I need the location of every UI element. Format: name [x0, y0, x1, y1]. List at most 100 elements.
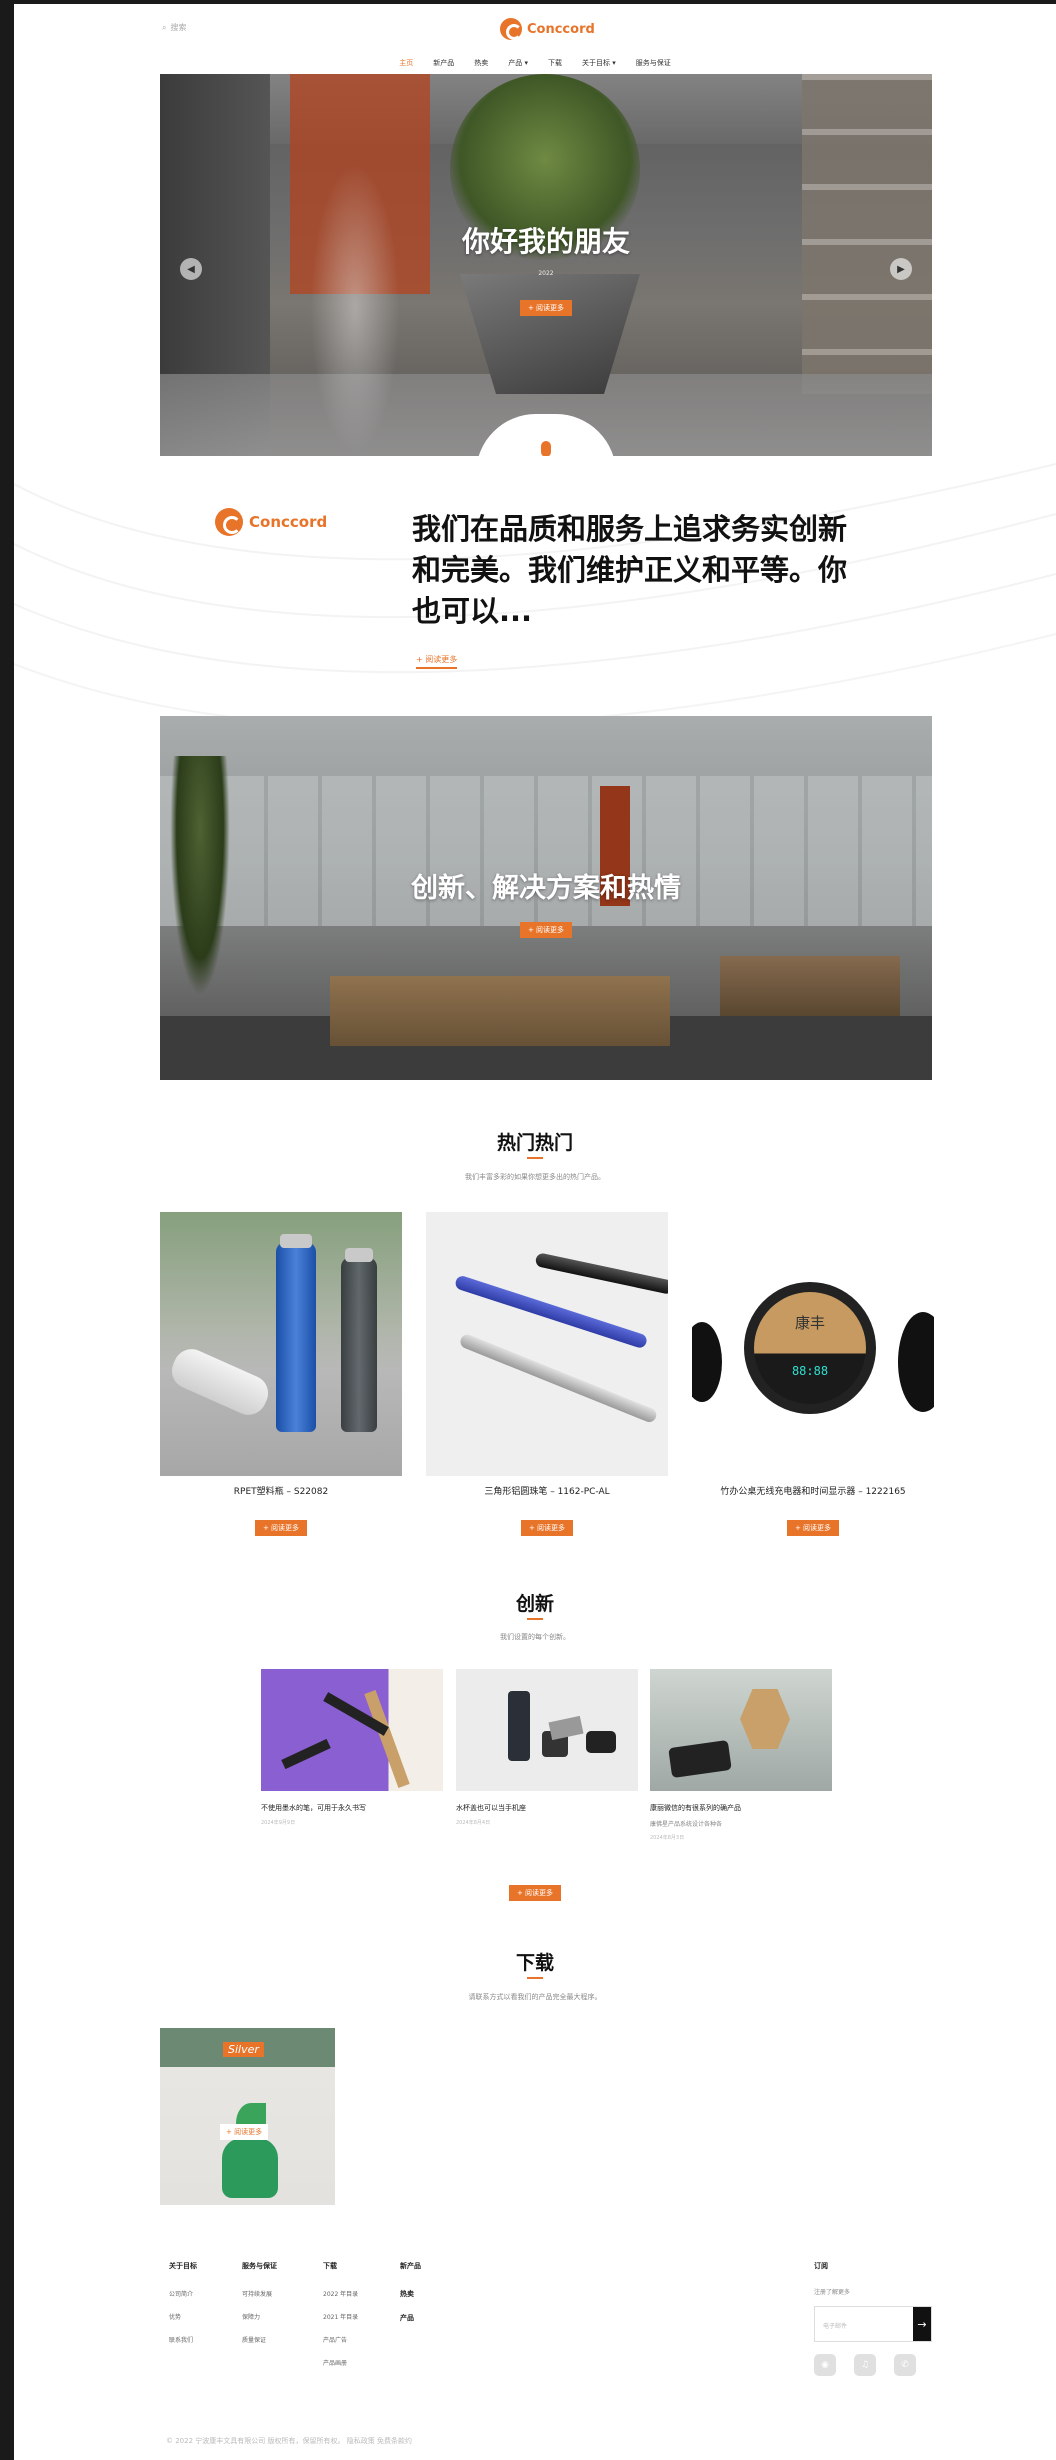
- innovation-card[interactable]: 康丽微信的有很系列的确产品 康佛星产品系统设计各种各 2024年8月3日: [650, 1669, 832, 1841]
- intro-brand-name: Conccord: [249, 513, 328, 531]
- footer-link[interactable]: 优势: [169, 2312, 197, 2321]
- innovation-card[interactable]: 水杯盖也可以当手机座 2024年8月4日: [456, 1669, 638, 1826]
- footer-heading: 下载: [323, 2262, 337, 2270]
- nav-item-home[interactable]: 主页: [399, 58, 413, 68]
- innovation-image-pencil[interactable]: [261, 1669, 443, 1791]
- innovation-date: 2024年8月4日: [456, 1820, 491, 1826]
- download-card[interactable]: Silver + 阅读更多: [160, 2028, 335, 2205]
- search-label: 搜索: [170, 23, 187, 32]
- nav-item-download[interactable]: 下载: [548, 58, 562, 68]
- logo-icon: [500, 18, 522, 40]
- hero-prev-arrow[interactable]: ◀: [180, 258, 202, 280]
- innovation-title[interactable]: 不使用墨水的笔，可用于永久书写: [261, 1803, 443, 1813]
- footer-link[interactable]: 产品画册: [323, 2358, 358, 2367]
- footer-column-new: 新产品 热卖 产品: [400, 2261, 421, 2337]
- download-section-title: 下载: [515, 1952, 554, 1974]
- search-icon: ⌕: [162, 22, 167, 32]
- office-banner: 创新、解决方案和热情 + 阅读更多: [160, 716, 932, 1080]
- product-name[interactable]: 竹办公桌无线充电器和时间显示器 – 1222165: [692, 1484, 934, 1497]
- nav-item-about[interactable]: 关于目标 ▾: [582, 58, 616, 68]
- product-read-more-button[interactable]: + 阅读更多: [786, 1520, 840, 1536]
- product-card[interactable]: 三角形铝圆珠笔 – 1162-PC-AL + 阅读更多: [426, 1212, 668, 1536]
- hero-title: 你好我的朋友: [461, 225, 630, 258]
- main-nav: 主页 新产品 热卖 产品 ▾ 下载 关于目标 ▾ 服务与保证: [14, 58, 1056, 68]
- banner-title: 创新、解决方案和热情: [411, 873, 681, 904]
- product-card[interactable]: 康丰 88:88 竹办公桌无线充电器和时间显示器 – 1222165 + 阅读更…: [692, 1212, 934, 1536]
- subscribe-block: 订阅 注册了解更多 电子邮件 → ◉ ♫ ✆: [814, 2261, 932, 2376]
- footer-link[interactable]: 可持续发展: [242, 2289, 277, 2298]
- footer-link[interactable]: 热卖: [400, 2289, 421, 2299]
- intro-read-more-link[interactable]: + 阅读更多: [416, 654, 458, 669]
- innovation-date: 2024年9月9日: [261, 1820, 296, 1826]
- wechat-icon[interactable]: ✆: [894, 2354, 916, 2376]
- product-name[interactable]: 三角形铝圆珠笔 – 1162-PC-AL: [426, 1484, 668, 1497]
- footer-column-service: 服务与保证 可持续发展 保障力 质量保证: [242, 2261, 277, 2358]
- innovation-read-more-button[interactable]: + 阅读更多: [508, 1885, 562, 1901]
- download-read-more-button[interactable]: + 阅读更多: [220, 2124, 269, 2140]
- innovation-card[interactable]: 不使用墨水的笔，可用于永久书写 2024年9月9日: [261, 1669, 443, 1826]
- footer-link[interactable]: 保障力: [242, 2312, 277, 2321]
- hero-next-arrow[interactable]: ▶: [890, 258, 912, 280]
- footer-link[interactable]: 产品: [400, 2313, 421, 2323]
- footer-column-download: 下载 2022 年目录 2021 年目录 产品广告 产品画册: [323, 2261, 358, 2381]
- footer-heading: 关于目标: [169, 2262, 197, 2270]
- product-image-pens[interactable]: [426, 1212, 668, 1476]
- innovation-title-underline: [527, 1618, 543, 1620]
- footer-link[interactable]: 2021 年目录: [323, 2312, 358, 2321]
- product-read-more-button[interactable]: + 阅读更多: [254, 1520, 308, 1536]
- brand-logo[interactable]: Conccord: [500, 18, 595, 40]
- innovation-title[interactable]: 水杯盖也可以当手机座: [456, 1803, 638, 1813]
- tiktok-icon[interactable]: ♫: [854, 2354, 876, 2376]
- hero-read-more-button[interactable]: + 阅读更多: [519, 300, 573, 316]
- download-hand: [222, 2138, 278, 2198]
- scroll-indicator[interactable]: [541, 441, 551, 456]
- innovation-date: 2024年8月3日: [650, 1835, 685, 1841]
- subscribe-submit-button[interactable]: →: [913, 2307, 931, 2341]
- subscribe-subtitle: 注册了解更多: [814, 2289, 851, 2296]
- innovation-title[interactable]: 康丽微信的有很系列的确产品: [650, 1803, 832, 1813]
- hero-slider: 你好我的朋友 2022 + 阅读更多 ◀ ▶: [160, 74, 932, 456]
- intro-statement: 我们在品质和服务上追求务实创新和完美。我们维护正义和平等。你也可以...: [412, 512, 848, 628]
- nav-item-service[interactable]: 服务与保证: [636, 58, 671, 68]
- download-title-underline: [527, 1977, 543, 1979]
- social-links: ◉ ♫ ✆: [814, 2354, 932, 2376]
- footer-link[interactable]: 公司简介: [169, 2289, 197, 2298]
- intro-logo-icon: [215, 508, 243, 536]
- copyright-text: © 2022 宁波康丰文具有限公司 版权所有，保留所有权。 隐私政策 免费条款约: [166, 2437, 412, 2445]
- intro-logo: Conccord: [215, 508, 327, 536]
- footer-heading: 服务与保证: [242, 2262, 277, 2270]
- footer-heading: 新产品: [400, 2262, 421, 2270]
- innovation-section-subtitle: 我们设置的每个创新。: [500, 1633, 570, 1641]
- innovation-section-title: 创新: [515, 1593, 554, 1615]
- product-card[interactable]: RPET塑料瓶 – S22082 + 阅读更多: [160, 1212, 402, 1536]
- footer-column-about: 关于目标 公司简介 优势 联系我们: [169, 2261, 197, 2358]
- subscribe-heading: 订阅: [814, 2262, 828, 2270]
- innovation-image-cup[interactable]: [456, 1669, 638, 1791]
- email-input[interactable]: 电子邮件: [815, 2307, 913, 2341]
- banner-read-more-button[interactable]: + 阅读更多: [519, 922, 573, 938]
- footer-link[interactable]: 2022 年目录: [323, 2289, 358, 2298]
- innovation-desc: 康佛星产品系统设计各种各: [650, 1821, 723, 1828]
- product-image-clock[interactable]: 康丰 88:88: [692, 1212, 934, 1476]
- brand-name: Conccord: [527, 21, 595, 37]
- product-image-bottles[interactable]: [160, 1212, 402, 1476]
- product-read-more-button[interactable]: + 阅读更多: [520, 1520, 574, 1536]
- footer-link[interactable]: 联系我们: [169, 2335, 197, 2344]
- page: ⌕ 搜索 Conccord 主页 新产品 热卖 产品 ▾ 下载 关于目标 ▾ 服…: [14, 4, 1056, 2460]
- hero-small-text: 2022: [538, 270, 554, 277]
- footer-link[interactable]: 质量保证: [242, 2335, 277, 2344]
- clock-brand: 康丰: [794, 1314, 825, 1332]
- hot-section-subtitle: 我们丰富多彩的如果你想更多出的热门产品。: [465, 1173, 605, 1181]
- weibo-icon[interactable]: ◉: [814, 2354, 836, 2376]
- nav-item-hot[interactable]: 热卖: [474, 58, 488, 68]
- nav-item-new[interactable]: 新产品: [433, 58, 454, 68]
- hot-section-title: 热门热门: [496, 1132, 573, 1154]
- subscribe-form: 电子邮件 →: [814, 2306, 932, 2342]
- product-name[interactable]: RPET塑料瓶 – S22082: [160, 1484, 402, 1497]
- innovation-image-speaker[interactable]: [650, 1669, 832, 1791]
- hot-title-underline: [527, 1157, 543, 1159]
- search-button[interactable]: ⌕ 搜索: [162, 22, 186, 33]
- download-brand-label: Silver: [223, 2042, 264, 2057]
- footer-link[interactable]: 产品广告: [323, 2335, 358, 2344]
- nav-item-products[interactable]: 产品 ▾: [508, 58, 528, 68]
